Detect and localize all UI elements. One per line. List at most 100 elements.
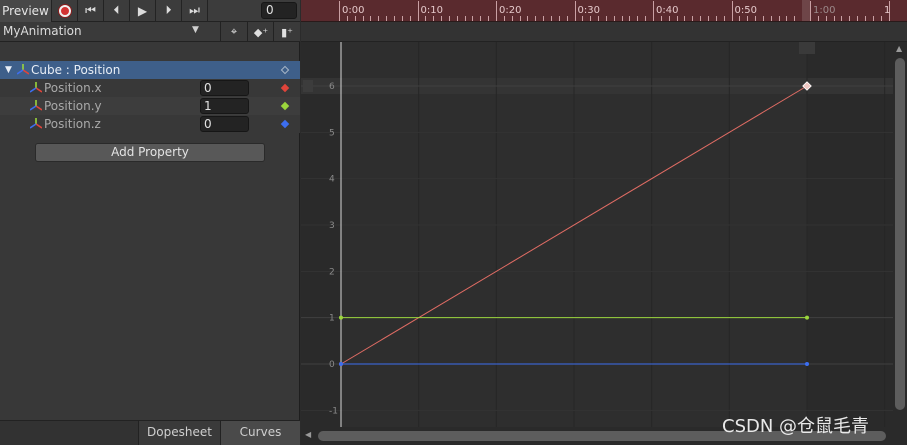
record-button[interactable] (52, 0, 78, 22)
property-row[interactable]: Position.x 0 (0, 79, 300, 97)
ruler-tick (778, 16, 780, 21)
filter-by-selection-button[interactable]: ⌖ (220, 22, 247, 42)
ruler-tick (786, 16, 788, 21)
ruler-tick (841, 16, 843, 21)
animation-window: Preview ⏮ ⏴ ▶ ⏵ ⏭ 0 MyAnimation ▼ ⌖ ◆⁺ ▮… (0, 0, 907, 445)
property-row[interactable]: Position.y 1 (0, 97, 300, 115)
next-keyframe-button[interactable]: ⏵ (156, 0, 182, 22)
y-tick-label: 6 (329, 82, 335, 92)
ruler-tick (527, 16, 529, 21)
y-tick-label: 3 (329, 221, 335, 231)
tab-curves[interactable]: Curves (220, 421, 300, 445)
ruler-tick (503, 16, 505, 21)
keyframe-diamond-icon[interactable] (280, 101, 290, 111)
ruler-tick (613, 16, 615, 21)
ruler-tick (621, 16, 623, 21)
property-value-field[interactable]: 1 (200, 98, 249, 114)
step-back-icon: ⏴ (113, 3, 120, 17)
add-event-button[interactable]: ▮⁺ (273, 22, 300, 42)
ruler-tick (386, 16, 388, 21)
property-label: Position.y (44, 99, 102, 113)
ruler-tick (880, 16, 882, 21)
ruler-tick (496, 1, 497, 21)
ruler-tick (872, 16, 874, 21)
last-keyframe-button[interactable]: ⏭ (182, 0, 208, 22)
tab-dopesheet[interactable]: Dopesheet (138, 421, 220, 445)
preview-button[interactable]: Preview (0, 0, 52, 22)
y-tick-label: -1 (329, 406, 338, 416)
crosshair-icon: ⌖ (230, 25, 238, 38)
ruler-tick (566, 16, 568, 21)
ruler-tick (825, 16, 827, 21)
skip-first-icon: ⏮ (85, 3, 96, 17)
scroll-up-icon[interactable]: ▲ (896, 44, 902, 53)
clip-end-shade (802, 0, 810, 21)
add-property-button[interactable]: Add Property (35, 143, 265, 162)
frame-input[interactable]: 0 (261, 2, 297, 19)
ruler-tick-label: 0:00 (342, 5, 365, 16)
event-strip[interactable] (301, 22, 907, 42)
y-tick-label: 5 (329, 128, 335, 138)
add-keyframe-button[interactable]: ◆⁺ (247, 22, 274, 42)
ruler-tick-label: 0:10 (420, 5, 443, 16)
group-key-icon (280, 65, 290, 75)
property-value-field[interactable]: 0 (200, 116, 249, 132)
ruler-tick (441, 16, 443, 21)
keyframe-diamond-icon[interactable] (280, 83, 290, 93)
ruler-tick (480, 16, 482, 21)
property-label: Position.x (44, 81, 102, 95)
play-button[interactable]: ▶ (130, 0, 156, 22)
vertical-scrollbar[interactable]: ▲ (893, 42, 907, 427)
ruler-tick (817, 16, 819, 21)
transform-icon (17, 64, 29, 75)
timeline-ruler[interactable]: 0:00 0:10 0:20 0:30 0:40 0:50 1:00 1 (301, 0, 907, 22)
prev-keyframe-button[interactable]: ⏴ (104, 0, 130, 22)
clip-end-marker (799, 42, 815, 54)
record-icon (58, 4, 71, 17)
ruler-tick (637, 16, 639, 21)
ruler-tick (762, 16, 764, 21)
ruler-tick-label: 1:00 (813, 5, 836, 16)
ruler-tick (755, 16, 757, 21)
ruler-tick (684, 16, 686, 21)
ruler-tick (794, 16, 796, 21)
ruler-tick (739, 16, 741, 21)
keyframe-point[interactable] (339, 315, 343, 320)
ruler-tick-label: 1 (884, 5, 891, 16)
first-keyframe-button[interactable]: ⏮ (78, 0, 104, 22)
add-keyframe-icon: ◆⁺ (253, 25, 269, 39)
keyframe-point[interactable] (805, 315, 809, 320)
watermark-text: CSDN @仓鼠毛青 (722, 416, 870, 437)
ruler-tick (464, 16, 466, 21)
ruler-tick (590, 16, 592, 21)
scroll-left-icon[interactable]: ◀ (305, 430, 311, 439)
ruler-tick-label: 0:20 (499, 5, 522, 16)
post-clip-region (807, 42, 907, 427)
keyframe-diamond-icon[interactable] (280, 119, 290, 129)
transform-icon (30, 82, 42, 93)
ruler-tick (660, 16, 662, 21)
ruler-tick-label: 0:50 (734, 5, 757, 16)
clip-dropdown[interactable]: MyAnimation (3, 24, 82, 38)
playback-toolbar: Preview ⏮ ⏴ ▶ ⏵ ⏭ 0 (0, 0, 300, 22)
expand-arrow-icon[interactable]: ▼ (5, 65, 12, 75)
property-row[interactable]: Position.z 0 (0, 115, 300, 133)
ruler-tick (653, 1, 654, 21)
property-value-field[interactable]: 0 (200, 80, 249, 96)
keyframe-point[interactable] (805, 362, 809, 366)
y-tick-label: 2 (329, 267, 335, 277)
ruler-tick (770, 16, 772, 21)
ruler-tick (393, 16, 395, 21)
ruler-tick (864, 16, 866, 21)
ruler-tick (598, 16, 600, 21)
ruler-tick (558, 16, 560, 21)
ruler-tick (707, 16, 709, 21)
property-group-row[interactable]: ▼ Cube : Position (0, 61, 300, 79)
vertical-scroll-thumb[interactable] (895, 58, 905, 410)
ruler-tick (543, 16, 545, 21)
value-range-handle[interactable] (303, 80, 313, 92)
keyframe-point[interactable] (339, 362, 343, 366)
ruler-tick (519, 16, 521, 21)
ruler-tick (339, 1, 340, 21)
curve-graph[interactable]: 6 5 4 3 2 1 0 -1 (301, 42, 907, 427)
